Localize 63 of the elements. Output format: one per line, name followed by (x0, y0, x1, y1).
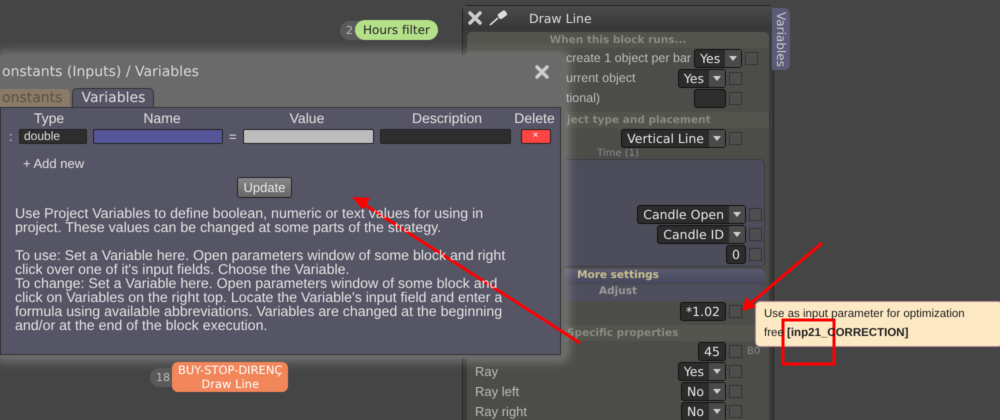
dropdown[interactable]: Yes (678, 68, 726, 88)
column-header: Type (32, 110, 66, 126)
tab[interactable]: Variables (72, 88, 154, 107)
checkbox-label: B0 (747, 346, 762, 356)
value-field[interactable]: 0 (726, 244, 746, 264)
caret-icon (733, 232, 741, 236)
row-label: urrent object (566, 71, 636, 85)
row-label: create 1 object per bar (566, 51, 692, 65)
dropdown[interactable]: Yes (694, 48, 742, 68)
add-new-link[interactable]: + Add new (23, 156, 84, 171)
row-label: tional) (566, 91, 600, 105)
checkbox[interactable] (745, 52, 758, 64)
description-field[interactable] (380, 128, 511, 144)
side-tab[interactable]: Variables (772, 8, 790, 70)
dropdown[interactable]: Yes (678, 362, 726, 380)
checkbox[interactable] (729, 92, 742, 104)
dropdown[interactable]: Candle Open (637, 204, 746, 224)
node-subtitle: Draw Line (201, 377, 260, 391)
pin-icon[interactable] (488, 10, 510, 26)
tooltip-text: Use as input parameter for optimization (764, 307, 966, 322)
row-label: Ray (475, 364, 498, 378)
input-field[interactable] (694, 88, 726, 108)
checkbox[interactable] (749, 228, 762, 240)
value-field[interactable] (242, 128, 374, 144)
dropdown[interactable]: No (681, 382, 726, 400)
checkbox[interactable] (729, 344, 742, 358)
row-label: Ray right (475, 404, 528, 418)
close-icon[interactable] (534, 64, 550, 80)
dropdown[interactable]: No (681, 402, 726, 420)
row-mark: : (9, 128, 13, 144)
checkbox[interactable] (729, 304, 742, 318)
equals-sign: = (229, 128, 237, 144)
node-title: BUY-STOP-DIRENÇ (178, 363, 282, 377)
column-header: Delete (513, 110, 556, 126)
group-title: Time (1) (597, 148, 639, 159)
column-header: Value (288, 110, 326, 126)
checkbox[interactable] (749, 208, 762, 220)
caret-icon (729, 56, 738, 60)
value-field[interactable]: 45 (698, 342, 726, 360)
caret-icon (713, 368, 721, 374)
checkbox[interactable] (729, 72, 742, 84)
dropdown[interactable]: Vertical Line (621, 128, 726, 148)
window-title: Draw Line (529, 10, 592, 26)
caret-icon (713, 76, 721, 80)
close-icon[interactable] (467, 10, 483, 26)
checkbox[interactable] (749, 248, 762, 260)
value-field[interactable]: *1.02 (680, 302, 726, 320)
name-field[interactable] (93, 128, 223, 144)
checkbox[interactable] (729, 404, 742, 418)
row-label: Ray left (475, 384, 520, 398)
checkbox[interactable] (729, 364, 742, 378)
block-node[interactable]: Hours filter (355, 20, 438, 40)
checkbox[interactable] (729, 132, 742, 144)
type-field[interactable]: double (19, 128, 87, 144)
caret-icon (733, 212, 741, 216)
dialog-title: onstants (Inputs) / Variables (2, 64, 199, 80)
column-header: Name (142, 110, 182, 126)
caret-icon (713, 408, 721, 414)
checkbox[interactable] (729, 384, 742, 398)
caret-icon (713, 388, 721, 394)
update-button[interactable]: Update (236, 177, 292, 198)
caret-icon (713, 136, 721, 140)
dropdown[interactable]: Candle ID (657, 224, 746, 244)
